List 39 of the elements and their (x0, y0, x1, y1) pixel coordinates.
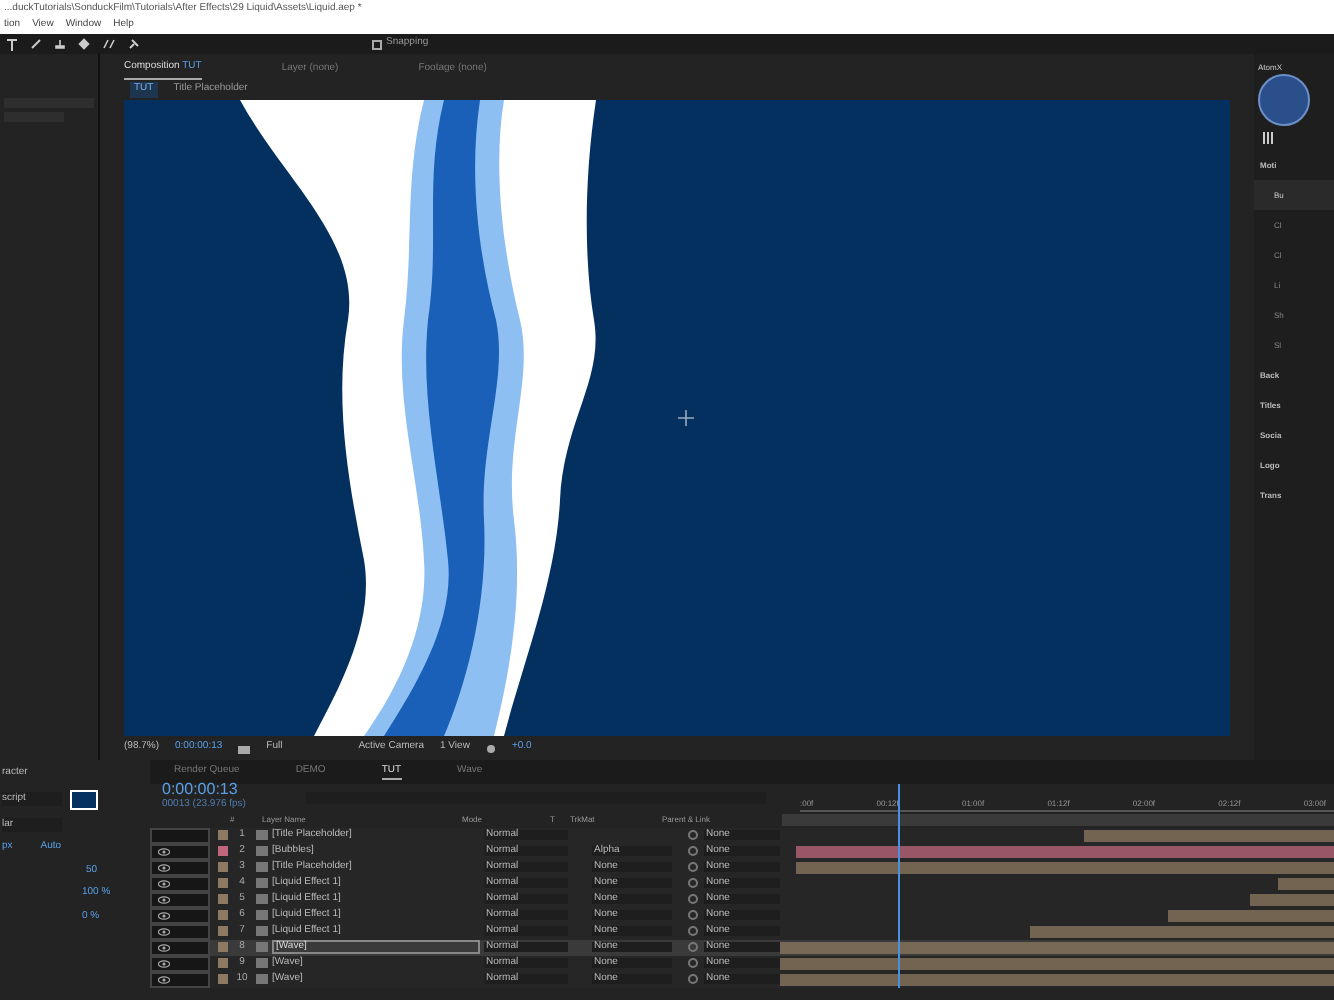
eraser-tool-icon[interactable] (78, 38, 90, 50)
label-swatch[interactable] (218, 926, 228, 937)
visibility-switch[interactable] (150, 876, 210, 891)
eye-icon[interactable] (158, 927, 170, 936)
visibility-switch[interactable] (150, 956, 210, 971)
eye-icon[interactable] (158, 959, 170, 968)
visibility-switch[interactable] (150, 924, 210, 939)
label-swatch[interactable] (218, 958, 228, 969)
current-time[interactable]: 0:00:00:13 (162, 782, 246, 799)
label-swatch[interactable] (218, 974, 228, 985)
eye-icon[interactable] (158, 911, 170, 920)
eye-icon[interactable] (158, 943, 170, 952)
stamp-tool-icon[interactable] (54, 38, 66, 50)
visibility-switch[interactable] (150, 892, 210, 907)
label-swatch[interactable] (218, 894, 228, 905)
eye-icon[interactable] (158, 975, 170, 984)
visibility-switch[interactable] (150, 844, 210, 859)
visibility-switch[interactable] (150, 828, 210, 843)
label-swatch[interactable] (218, 942, 228, 953)
visibility-switch[interactable] (150, 860, 210, 875)
eye-icon[interactable] (158, 847, 170, 856)
visibility-switch[interactable] (150, 972, 210, 987)
label-swatch[interactable] (218, 830, 228, 841)
visibility-switch[interactable] (150, 908, 210, 923)
visibility-switch[interactable] (150, 940, 210, 955)
fill-color-swatch[interactable] (70, 789, 98, 809)
sliders-icon[interactable] (1262, 132, 1274, 144)
logo-icon (1258, 74, 1310, 126)
eye-icon[interactable] (158, 863, 170, 872)
label-swatch[interactable] (218, 862, 228, 873)
label-swatch[interactable] (218, 846, 228, 857)
label-swatch[interactable] (218, 878, 228, 889)
type-tool-icon[interactable] (6, 37, 18, 51)
anchor-point-icon (678, 410, 694, 426)
label-swatch[interactable] (218, 910, 228, 921)
brush-tool-icon[interactable] (30, 38, 42, 50)
eye-icon[interactable] (158, 895, 170, 904)
eye-icon[interactable] (158, 879, 170, 888)
snapping-checkbox[interactable] (372, 39, 382, 49)
